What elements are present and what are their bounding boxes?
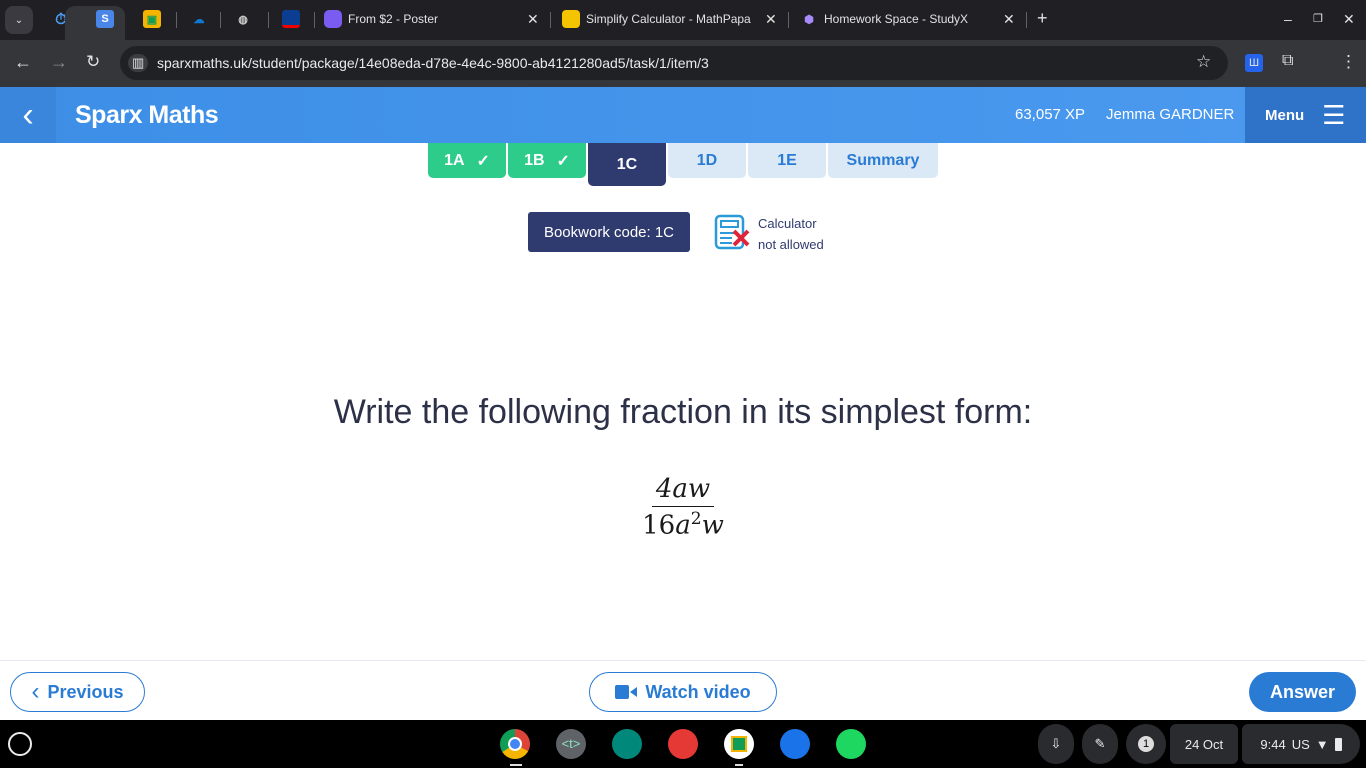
- tab-summary[interactable]: Summary: [828, 143, 938, 178]
- video-camera-icon: [615, 685, 638, 699]
- tab-label: 1A: [444, 151, 465, 169]
- globe-tab-icon[interactable]: ◍: [234, 10, 252, 28]
- chevron-left-icon: ‹: [22, 95, 34, 134]
- forward-icon[interactable]: →: [50, 52, 68, 73]
- tab-search-button[interactable]: ⌄: [5, 6, 33, 34]
- reload-icon[interactable]: ↻: [86, 52, 100, 72]
- tab-title[interactable]: From $2 - Poster: [348, 12, 508, 26]
- calculator-status: Calculator not allowed: [758, 213, 824, 255]
- user-name: Jemma GARDNER: [1106, 106, 1235, 123]
- wifi-icon: ▼: [1315, 736, 1329, 752]
- brand-logo: Sparx Maths: [75, 101, 219, 129]
- launcher-icon[interactable]: [8, 732, 32, 756]
- question-text: Write the following fraction in its simp…: [333, 393, 1033, 431]
- menu-label: Menu: [1265, 106, 1305, 124]
- calculator-allowed-status: not allowed: [758, 237, 824, 252]
- den-variable-w: w: [701, 510, 724, 541]
- tab-label: Summary: [846, 151, 920, 169]
- den-coefficient: 16: [642, 510, 676, 541]
- watch-video-button[interactable]: Watch video: [589, 672, 777, 712]
- browser-tab-strip: ⌄ ⏱ S ▣ ☁ ◍ From $2 - Poster ✕ Simplify …: [0, 0, 1366, 40]
- onedrive-tab-icon[interactable]: ☁: [190, 10, 208, 28]
- paint-app-icon[interactable]: [668, 729, 698, 759]
- text-editor-icon[interactable]: <t>: [556, 729, 586, 759]
- notification-badge: 1: [1138, 736, 1154, 752]
- app-header: ‹ Sparx Maths 63,057 XP Jemma GARDNER Me…: [0, 87, 1366, 143]
- flag-tab-icon[interactable]: [282, 10, 300, 28]
- url-text[interactable]: sparxmaths.uk/student/package/14e08eda-d…: [157, 55, 709, 71]
- task-tabs: 1A ✓ 1B ✓ 1C 1D 1E Summary: [428, 143, 938, 186]
- calculator-label: Calculator: [758, 216, 817, 231]
- new-tab-icon[interactable]: +: [1037, 8, 1048, 29]
- denominator: 16a2w: [638, 507, 728, 541]
- den-exponent: 2: [690, 509, 702, 529]
- close-tab-icon[interactable]: ✕: [1003, 11, 1015, 28]
- calculator-not-allowed-icon: [714, 214, 750, 250]
- tab-1e[interactable]: 1E: [748, 143, 826, 178]
- tab-1c[interactable]: 1C: [588, 143, 666, 186]
- watch-video-label: Watch video: [645, 681, 751, 702]
- tab-label: 1B: [524, 151, 545, 169]
- question-footer: ‹ Previous Watch video Answer: [0, 660, 1366, 720]
- site-info-icon[interactable]: ▥: [128, 54, 149, 72]
- minimize-icon[interactable]: –: [1284, 11, 1292, 27]
- restore-icon[interactable]: ❐: [1313, 12, 1323, 25]
- address-bar-row: ← → ↻ ▥ sparxmaths.uk/student/package/14…: [0, 40, 1366, 87]
- bookwork-code: Bookwork code: 1C: [528, 212, 690, 252]
- more-options-icon[interactable]: ⋮: [1340, 52, 1357, 72]
- extension-icon[interactable]: Ш: [1245, 54, 1263, 72]
- holding-space-icon[interactable]: ⇩: [1038, 724, 1074, 764]
- close-tab-icon[interactable]: ✕: [527, 11, 539, 28]
- tab-label: 1D: [696, 151, 718, 169]
- close-window-icon[interactable]: ✕: [1343, 11, 1355, 28]
- classroom-tab-icon[interactable]: ▣: [143, 10, 161, 28]
- check-icon: ✓: [476, 152, 490, 170]
- tab-1d[interactable]: 1D: [668, 143, 746, 178]
- notification-count[interactable]: 1: [1126, 724, 1166, 764]
- close-tab-icon[interactable]: ✕: [765, 11, 777, 28]
- previous-button[interactable]: ‹ Previous: [10, 672, 145, 712]
- clock: 9:44: [1260, 736, 1286, 752]
- os-shelf: <t> ⇩ ✎ 1 24 Oct 9:44 US ▼: [0, 720, 1366, 768]
- tab-label: 1C: [616, 155, 638, 173]
- tab-1a[interactable]: 1A ✓: [428, 143, 506, 178]
- classroom-app-icon[interactable]: [724, 729, 754, 759]
- answer-button[interactable]: Answer: [1249, 672, 1356, 712]
- hamburger-icon: ☰: [1322, 99, 1346, 130]
- back-button[interactable]: ‹: [0, 87, 56, 143]
- den-variable-a: a: [675, 510, 691, 541]
- tab-label: 1E: [777, 151, 797, 169]
- spotify-icon[interactable]: [836, 729, 866, 759]
- camera-app-icon[interactable]: [780, 729, 810, 759]
- numerator: 4aw: [651, 474, 715, 507]
- printer-icon: [324, 10, 342, 28]
- date-display[interactable]: 24 Oct: [1170, 724, 1238, 764]
- xp-count: 63,057 XP: [1015, 106, 1086, 123]
- studyx-icon: ⬢: [804, 13, 814, 26]
- tab-1b[interactable]: 1B ✓: [508, 143, 586, 178]
- chrome-icon[interactable]: [500, 729, 530, 759]
- fraction: 4aw 16a2w: [0, 474, 1366, 541]
- extensions-puzzle-icon[interactable]: ⧉: [1282, 52, 1293, 70]
- active-tab[interactable]: [65, 6, 125, 40]
- chevron-left-icon: ‹: [31, 678, 40, 705]
- bookmark-star-icon[interactable]: ☆: [1196, 52, 1211, 72]
- previous-label: Previous: [47, 681, 124, 702]
- system-tray[interactable]: 9:44 US ▼: [1242, 724, 1360, 764]
- battery-icon: [1334, 737, 1342, 751]
- input-locale: US: [1291, 736, 1310, 752]
- stylus-icon[interactable]: ✎: [1082, 724, 1118, 764]
- tab-title[interactable]: Simplify Calculator - MathPapa: [586, 12, 756, 26]
- mathpapa-icon: [562, 10, 580, 28]
- menu-button[interactable]: Menu ☰: [1245, 87, 1366, 143]
- check-icon: ✓: [556, 152, 570, 170]
- sparx-tab-icon[interactable]: S: [96, 10, 114, 28]
- back-icon[interactable]: ←: [14, 52, 32, 73]
- tab-title[interactable]: Homework Space - StudyX: [824, 12, 994, 26]
- slides-app-icon[interactable]: [612, 729, 642, 759]
